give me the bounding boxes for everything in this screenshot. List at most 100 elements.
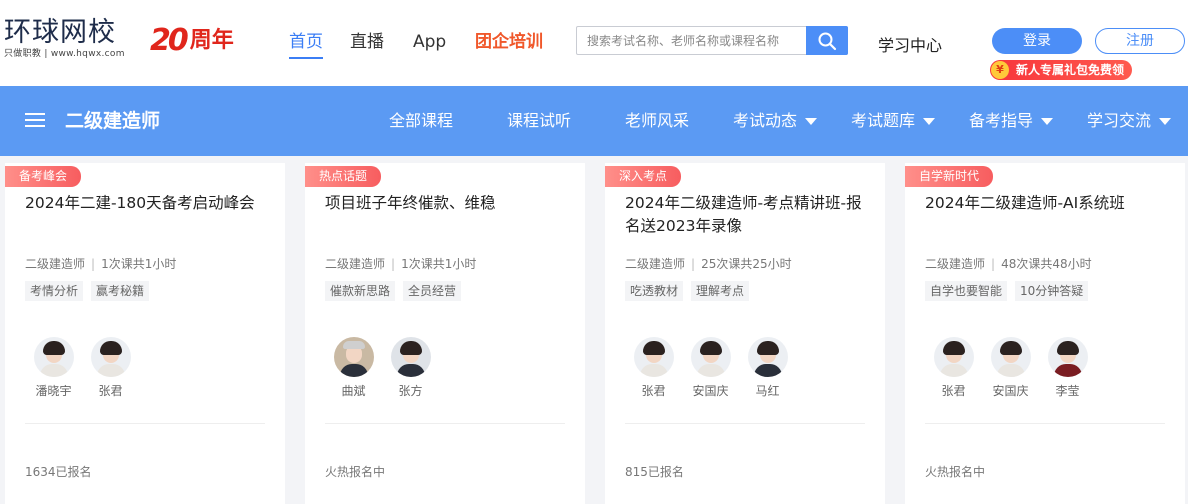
subnav-course-trial[interactable]: 课程试听 [507, 110, 571, 132]
enrollment-count: 1634已报名 [25, 465, 92, 479]
nav-home[interactable]: 首页 [289, 31, 323, 59]
teacher-list: 曲斌 张方 [325, 337, 439, 399]
teacher-avatar [333, 337, 374, 377]
course-chip: 考情分析 [25, 281, 84, 301]
subnav-label: 学习交流 [1087, 111, 1152, 130]
teacher-item[interactable]: 安国庆 [982, 337, 1039, 399]
course-card[interactable]: 自学新时代 2024年二级建造师-AI系统班 二级建造师 | 48次课共48小时 自… [905, 163, 1185, 504]
course-card[interactable]: 深入考点 2024年二级建造师-考点精讲班-报名送2023年录像 二级建造师 | 2… [605, 163, 885, 504]
teacher-item[interactable]: 曲斌 [325, 337, 382, 399]
anniversary-number: 20 [150, 23, 189, 58]
course-title[interactable]: 项目班子年终催款、维稳 [325, 192, 570, 215]
chevron-down-icon [1041, 117, 1054, 125]
enrollment-count: 火热报名中 [325, 465, 386, 479]
subject-title: 二级建造师 [65, 110, 161, 132]
subnav-teachers[interactable]: 老师风采 [625, 110, 689, 132]
course-chips: 自学也要智能 10分钟答疑 [925, 281, 1089, 301]
nav-live[interactable]: 直播 [350, 31, 384, 59]
card-tag: 深入考点 [605, 166, 682, 187]
teacher-name: 张君 [641, 384, 666, 398]
enrollment-count: 815已报名 [625, 465, 684, 479]
course-chip: 吃透教材 [625, 281, 684, 301]
teacher-item[interactable]: 李莹 [1039, 337, 1096, 399]
teacher-name: 马红 [755, 384, 780, 398]
course-meta: 二级建造师 | 48次课共48小时 [925, 255, 1092, 272]
course-category: 二级建造师 [625, 257, 686, 271]
nav-enterprise-training[interactable]: 团企培训 [475, 31, 543, 59]
teacher-item[interactable]: 安国庆 [682, 337, 739, 399]
card-divider [25, 423, 265, 424]
teacher-item[interactable]: 潘晓宇 [25, 337, 82, 399]
course-meta: 二级建造师 | 1次课共1小时 [325, 255, 476, 272]
course-card[interactable]: 备考峰会 2024年二建-180天备考启动峰会 二级建造师 | 1次课共1小时 考情… [5, 163, 285, 504]
search-box [576, 26, 848, 55]
subnav-prep-guide[interactable]: 备考指导 [969, 110, 1054, 132]
teacher-name: 张君 [941, 384, 966, 398]
gift-label: 新人专属礼包免费领 [1016, 63, 1125, 77]
subnav-study-exchange[interactable]: 学习交流 [1087, 110, 1172, 132]
teacher-list: 张君 安国庆 马红 [625, 337, 796, 399]
study-center-link[interactable]: 学习中心 [878, 32, 942, 56]
card-tag: 自学新时代 [905, 166, 994, 187]
search-button[interactable] [806, 26, 848, 55]
course-chip: 全员经营 [403, 281, 462, 301]
subnav-question-bank[interactable]: 考试题库 [851, 110, 936, 132]
course-card[interactable]: 热点话题 项目班子年终催款、维稳 二级建造师 | 1次课共1小时 催款新思路 全员经… [305, 163, 585, 504]
site-logo[interactable]: 环球网校 只做职教 | www.hqwx.com [4, 18, 134, 62]
teacher-avatar [33, 337, 74, 377]
teacher-avatar [90, 337, 131, 377]
course-chips: 催款新思路 全员经营 [325, 281, 462, 301]
subnav-label: 老师风采 [625, 111, 690, 130]
teacher-item[interactable]: 张君 [925, 337, 982, 399]
teacher-name: 张君 [98, 384, 123, 398]
card-divider [625, 423, 865, 424]
course-chips: 考情分析 赢考秘籍 [25, 281, 150, 301]
register-button[interactable]: 注册 [1095, 28, 1185, 54]
teacher-item[interactable]: 张君 [82, 337, 139, 399]
course-lessons: 25次课共25小时 [701, 257, 792, 271]
hamburger-menu-icon[interactable] [25, 113, 45, 129]
search-input[interactable] [577, 27, 807, 54]
teacher-item[interactable]: 张方 [382, 337, 439, 399]
teacher-name: 安国庆 [992, 384, 1029, 398]
anniversary-text: 周年 [189, 28, 234, 53]
course-title[interactable]: 2024年二级建造师-考点精讲班-报名送2023年录像 [625, 192, 870, 238]
teacher-name: 安国庆 [692, 384, 729, 398]
enrollment-count: 火热报名中 [925, 465, 986, 479]
subnav-label: 课程试听 [507, 111, 572, 130]
teacher-avatar [1047, 337, 1088, 377]
teacher-avatar [933, 337, 974, 377]
teacher-avatar [633, 337, 674, 377]
teacher-name: 曲斌 [341, 384, 366, 398]
teacher-item[interactable]: 马红 [739, 337, 796, 399]
course-title[interactable]: 2024年二级建造师-AI系统班 [925, 192, 1170, 215]
course-lessons: 1次课共1小时 [101, 257, 177, 271]
anniversary-badge: 20 周年 [150, 24, 234, 58]
login-button[interactable]: 登录 [992, 28, 1082, 54]
course-chip: 自学也要智能 [925, 281, 1008, 301]
teacher-name: 李莹 [1055, 384, 1080, 398]
course-chip: 催款新思路 [325, 281, 396, 301]
teacher-name: 张方 [398, 384, 423, 398]
card-tag: 备考峰会 [5, 166, 82, 187]
card-divider [925, 423, 1165, 424]
course-title[interactable]: 2024年二建-180天备考启动峰会 [25, 192, 270, 215]
subject-nav-bar: 二级建造师 全部课程 课程试听 老师风采 考试动态 考试题库 备考指导 学习交流 [0, 86, 1188, 156]
nav-app[interactable]: App [413, 31, 446, 59]
chevron-down-icon [805, 117, 818, 125]
teacher-name: 潘晓宇 [35, 384, 72, 398]
logo-main-text: 环球网校 [4, 17, 116, 48]
course-chip: 10分钟答疑 [1015, 281, 1089, 301]
top-header: 环球网校 只做职教 | www.hqwx.com 20 周年 首页 直播 App… [0, 0, 1188, 86]
subnav-exam-news[interactable]: 考试动态 [733, 110, 818, 132]
chevron-down-icon [1159, 117, 1172, 125]
course-meta: 二级建造师 | 1次课共1小时 [25, 255, 176, 272]
teacher-avatar [390, 337, 431, 377]
card-divider [325, 423, 565, 424]
teacher-item[interactable]: 张君 [625, 337, 682, 399]
subnav-all-courses[interactable]: 全部课程 [389, 110, 453, 132]
teacher-avatar [747, 337, 788, 377]
course-meta: 二级建造师 | 25次课共25小时 [625, 255, 792, 272]
new-user-gift-banner[interactable]: ¥ 新人专属礼包免费领 [990, 60, 1133, 80]
subnav-label: 备考指导 [969, 111, 1034, 130]
